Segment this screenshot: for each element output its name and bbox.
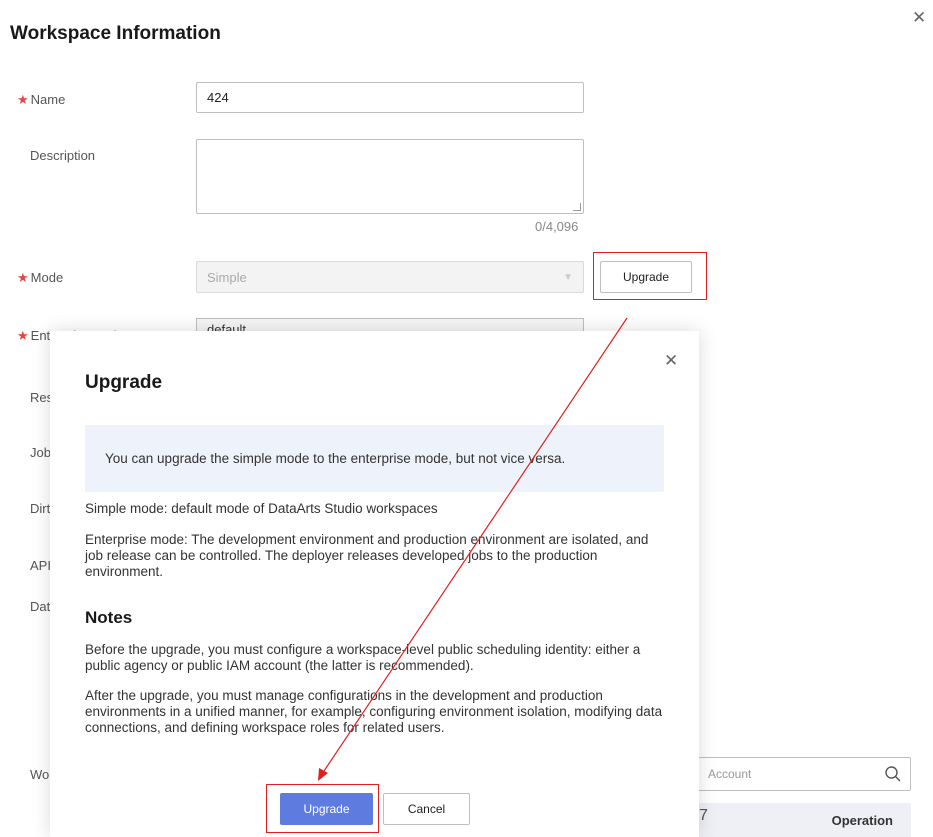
description-label: Description bbox=[30, 148, 96, 163]
enterprise-mode-text: Enterprise mode: The development environ… bbox=[85, 532, 649, 579]
search-icon[interactable] bbox=[884, 765, 902, 783]
description-counter: 0/4,096 bbox=[535, 219, 579, 234]
partial-label-6: Wo bbox=[30, 767, 50, 782]
table-header: 7 Operation bbox=[695, 803, 911, 837]
filter-icon[interactable]: 7 bbox=[699, 807, 708, 825]
close-icon[interactable]: ✕ bbox=[912, 8, 926, 28]
upgrade-mode-button[interactable]: Upgrade bbox=[600, 261, 692, 293]
mode-select: Simple ▼ bbox=[196, 261, 584, 293]
info-banner: You can upgrade the simple mode to the e… bbox=[85, 425, 664, 492]
operation-header: Operation bbox=[831, 813, 893, 828]
cancel-button[interactable]: Cancel bbox=[383, 793, 470, 825]
partial-label-4: API bbox=[30, 558, 51, 573]
partial-label-2: Job bbox=[30, 445, 51, 460]
close-icon[interactable]: ✕ bbox=[664, 351, 678, 371]
note-1: Before the upgrade, you must configure a… bbox=[85, 642, 641, 673]
dialog-title: Upgrade bbox=[85, 372, 163, 393]
page-title: Workspace Information bbox=[10, 23, 221, 44]
name-label: ★ Name bbox=[17, 92, 66, 107]
description-textarea[interactable] bbox=[196, 139, 584, 214]
mode-label: ★ Mode bbox=[17, 270, 64, 285]
upgrade-dialog: Upgrade ✕ You can upgrade the simple mod… bbox=[50, 331, 699, 837]
confirm-upgrade-button[interactable]: Upgrade bbox=[280, 793, 373, 825]
name-input[interactable]: 424 bbox=[196, 82, 584, 113]
search-placeholder: Account bbox=[708, 767, 752, 781]
resize-handle-icon[interactable] bbox=[573, 203, 581, 211]
simple-mode-text: Simple mode: default mode of DataArts St… bbox=[85, 501, 438, 516]
partial-label-5: Dat bbox=[30, 599, 51, 614]
notes-heading: Notes bbox=[85, 608, 133, 627]
chevron-down-icon: ▼ bbox=[563, 272, 573, 283]
note-2: After the upgrade, you must manage confi… bbox=[85, 688, 663, 735]
account-search-input[interactable]: Account bbox=[695, 757, 911, 791]
info-text: You can upgrade the simple mode to the e… bbox=[105, 451, 566, 466]
partial-label-3: Dirt bbox=[30, 501, 51, 516]
